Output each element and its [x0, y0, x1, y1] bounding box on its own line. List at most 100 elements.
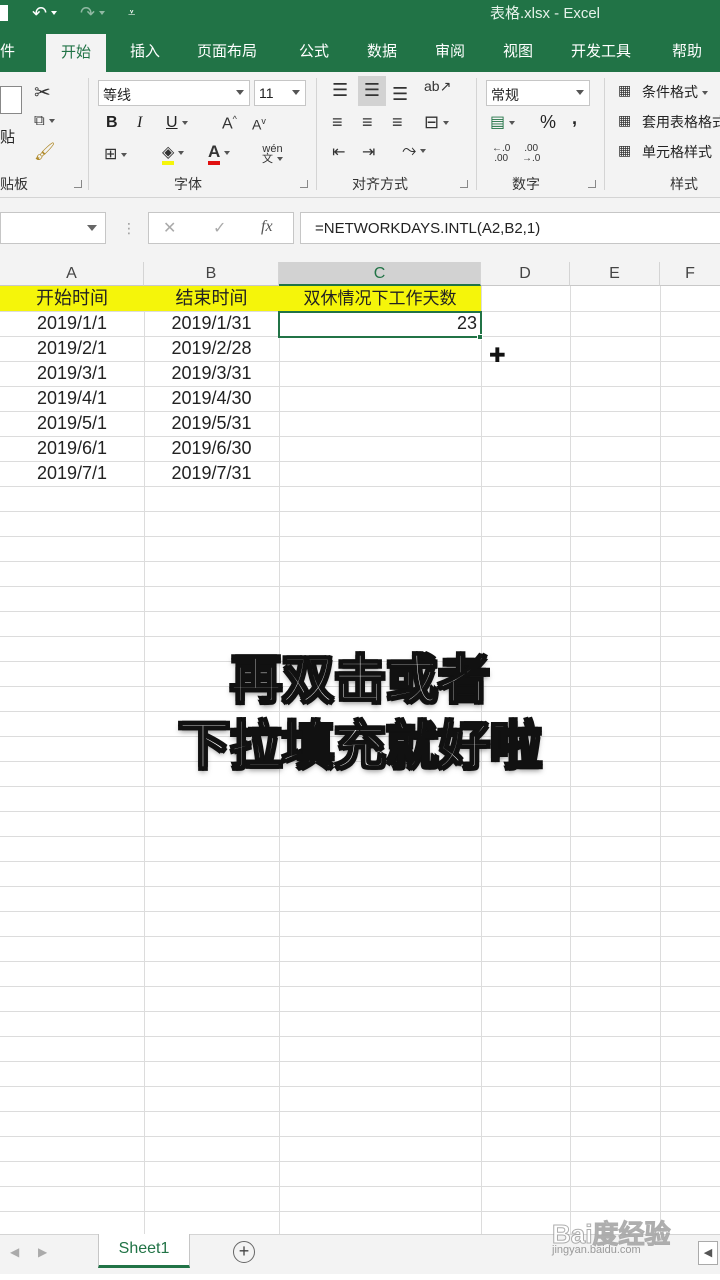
column-header-b[interactable]: B [144, 262, 279, 286]
cell-a5[interactable]: 2019/4/1 [0, 386, 144, 411]
format-as-table-button[interactable]: 套用表格格式 [642, 112, 720, 132]
tab-developer[interactable]: 开发工具 [571, 40, 631, 61]
phonetic-guide-icon[interactable]: wén 文 [262, 144, 283, 165]
tab-review[interactable]: 审阅 [435, 40, 465, 61]
cell-b8[interactable]: 2019/7/31 [144, 461, 279, 486]
paste-icon[interactable] [0, 86, 22, 114]
underline-button[interactable]: U [166, 114, 188, 132]
cancel-icon[interactable]: ✕ [163, 218, 176, 238]
cell-a4[interactable]: 2019/3/1 [0, 361, 144, 386]
alignment-launcher[interactable] [460, 180, 468, 188]
merge-center-icon[interactable]: ⊟ [424, 112, 450, 133]
name-box[interactable] [0, 212, 106, 244]
tab-view[interactable]: 视图 [503, 40, 533, 61]
add-sheet-icon[interactable]: + [233, 1241, 255, 1263]
increase-indent-icon[interactable]: ⇥ [362, 142, 375, 162]
scroll-right-icon[interactable]: ▶ [38, 1245, 47, 1259]
worksheet-grid[interactable]: 开始时间 结束时间 双休情况下工作天数 2019/1/1 2019/1/31 2… [0, 286, 720, 1234]
row-gridline [0, 886, 720, 887]
middle-align-icon[interactable]: ☰ [358, 76, 386, 106]
accounting-format-icon[interactable]: ▤ [490, 112, 516, 132]
tab-formulas[interactable]: 公式 [299, 40, 329, 61]
cell-b2[interactable]: 2019/1/31 [144, 311, 279, 336]
cell-a7[interactable]: 2019/6/1 [0, 436, 144, 461]
cell-a6[interactable]: 2019/5/1 [0, 411, 144, 436]
increase-font-icon[interactable]: A^ [222, 114, 237, 133]
format-painter-icon[interactable]: 🖌 [34, 142, 56, 162]
cut-icon[interactable]: ✂ [34, 80, 51, 105]
row-gridline [0, 1211, 720, 1212]
cell-styles-button[interactable]: 单元格样式 [642, 142, 712, 162]
paste-label[interactable]: 贴 [0, 126, 15, 147]
align-center-icon[interactable]: ≡ [362, 112, 373, 133]
customize-qat-icon[interactable]: ⩡ [128, 2, 135, 24]
scroll-left-icon[interactable]: ◀ [10, 1245, 19, 1259]
cell-b5[interactable]: 2019/4/30 [144, 386, 279, 411]
tab-home[interactable]: 开始 [46, 34, 107, 72]
formula-input[interactable]: =NETWORKDAYS.INTL(A2,B2,1) [300, 212, 720, 244]
decrease-decimal-icon[interactable]: .00 →.0 [522, 144, 540, 164]
font-name-combo[interactable]: 等线 [98, 80, 250, 106]
cell-b3[interactable]: 2019/2/28 [144, 336, 279, 361]
conditional-format-icon[interactable]: ▦ [618, 82, 631, 99]
row-gridline [0, 586, 720, 587]
tab-file[interactable]: 件 [0, 40, 15, 61]
enter-icon[interactable]: ✓ [213, 218, 226, 238]
insert-function-icon[interactable]: fx [261, 218, 273, 236]
font-size-combo[interactable]: 11 [254, 80, 306, 106]
cell-b4[interactable]: 2019/3/31 [144, 361, 279, 386]
header-cell-end[interactable]: 结束时间 [144, 286, 279, 311]
drag-handle-icon[interactable]: ⋮ [122, 220, 136, 237]
save-icon[interactable] [0, 2, 8, 24]
wrap-text-icon[interactable]: ⤳ [402, 140, 427, 161]
fill-handle[interactable] [477, 334, 483, 340]
font-launcher[interactable] [300, 180, 308, 188]
increase-decimal-icon[interactable]: ←.0.00 [492, 144, 510, 164]
top-align-icon[interactable]: ☰ [332, 80, 348, 101]
column-header-d[interactable]: D [481, 262, 570, 286]
undo-icon[interactable]: ↶ [32, 2, 58, 24]
copy-icon[interactable]: ⧉ [34, 112, 55, 129]
comma-button[interactable]: , [572, 108, 577, 129]
header-cell-start[interactable]: 开始时间 [0, 286, 144, 311]
tab-help[interactable]: 帮助 [672, 40, 702, 61]
font-color-icon[interactable]: A [208, 142, 231, 165]
fill-color-icon[interactable]: ◈ [162, 142, 185, 165]
percent-button[interactable]: % [540, 112, 556, 133]
conditional-format-button[interactable]: 条件格式 [642, 82, 708, 102]
cell-a2[interactable]: 2019/1/1 [0, 311, 144, 336]
bottom-align-icon[interactable]: ☰ [392, 84, 408, 105]
number-launcher[interactable] [588, 180, 596, 188]
active-cell-selection[interactable] [278, 311, 482, 338]
format-as-table-icon[interactable]: ▦ [618, 112, 631, 129]
cell-b6[interactable]: 2019/5/31 [144, 411, 279, 436]
tab-page-layout[interactable]: 页面布局 [197, 40, 257, 61]
horizontal-scroll-left-icon[interactable]: ◀ [698, 1241, 718, 1265]
orientation-icon[interactable]: ab↗ [424, 78, 451, 95]
bold-button[interactable]: B [106, 114, 118, 132]
italic-button[interactable]: I [137, 114, 142, 132]
column-header-f[interactable]: F [660, 262, 720, 286]
align-right-icon[interactable]: ≡ [392, 112, 403, 133]
borders-icon[interactable]: ⊞ [104, 144, 128, 164]
tab-insert[interactable]: 插入 [130, 40, 160, 61]
header-cell-workdays[interactable]: 双休情况下工作天数 [279, 286, 481, 311]
redo-icon[interactable]: ↷ [80, 2, 106, 24]
cell-a8[interactable]: 2019/7/1 [0, 461, 144, 486]
row-gridline [0, 786, 720, 787]
cell-b7[interactable]: 2019/6/30 [144, 436, 279, 461]
decrease-indent-icon[interactable]: ⇤ [332, 142, 345, 162]
sheet-tab-sheet1[interactable]: Sheet1 [98, 1234, 190, 1268]
row-gridline [0, 636, 720, 637]
cell-a3[interactable]: 2019/2/1 [0, 336, 144, 361]
column-header-e[interactable]: E [570, 262, 660, 286]
cell-styles-icon[interactable]: ▦ [618, 142, 631, 159]
column-header-c[interactable]: C [279, 262, 481, 286]
number-format-combo[interactable]: 常规 [486, 80, 590, 106]
title-bar: ↶ ↷ ⩡ 表格.xlsx - Excel [0, 0, 720, 30]
align-left-icon[interactable]: ≡ [332, 112, 343, 133]
clipboard-launcher[interactable] [74, 180, 82, 188]
decrease-font-icon[interactable]: Av [252, 116, 266, 133]
column-header-a[interactable]: A [0, 262, 144, 286]
tab-data[interactable]: 数据 [367, 40, 397, 61]
